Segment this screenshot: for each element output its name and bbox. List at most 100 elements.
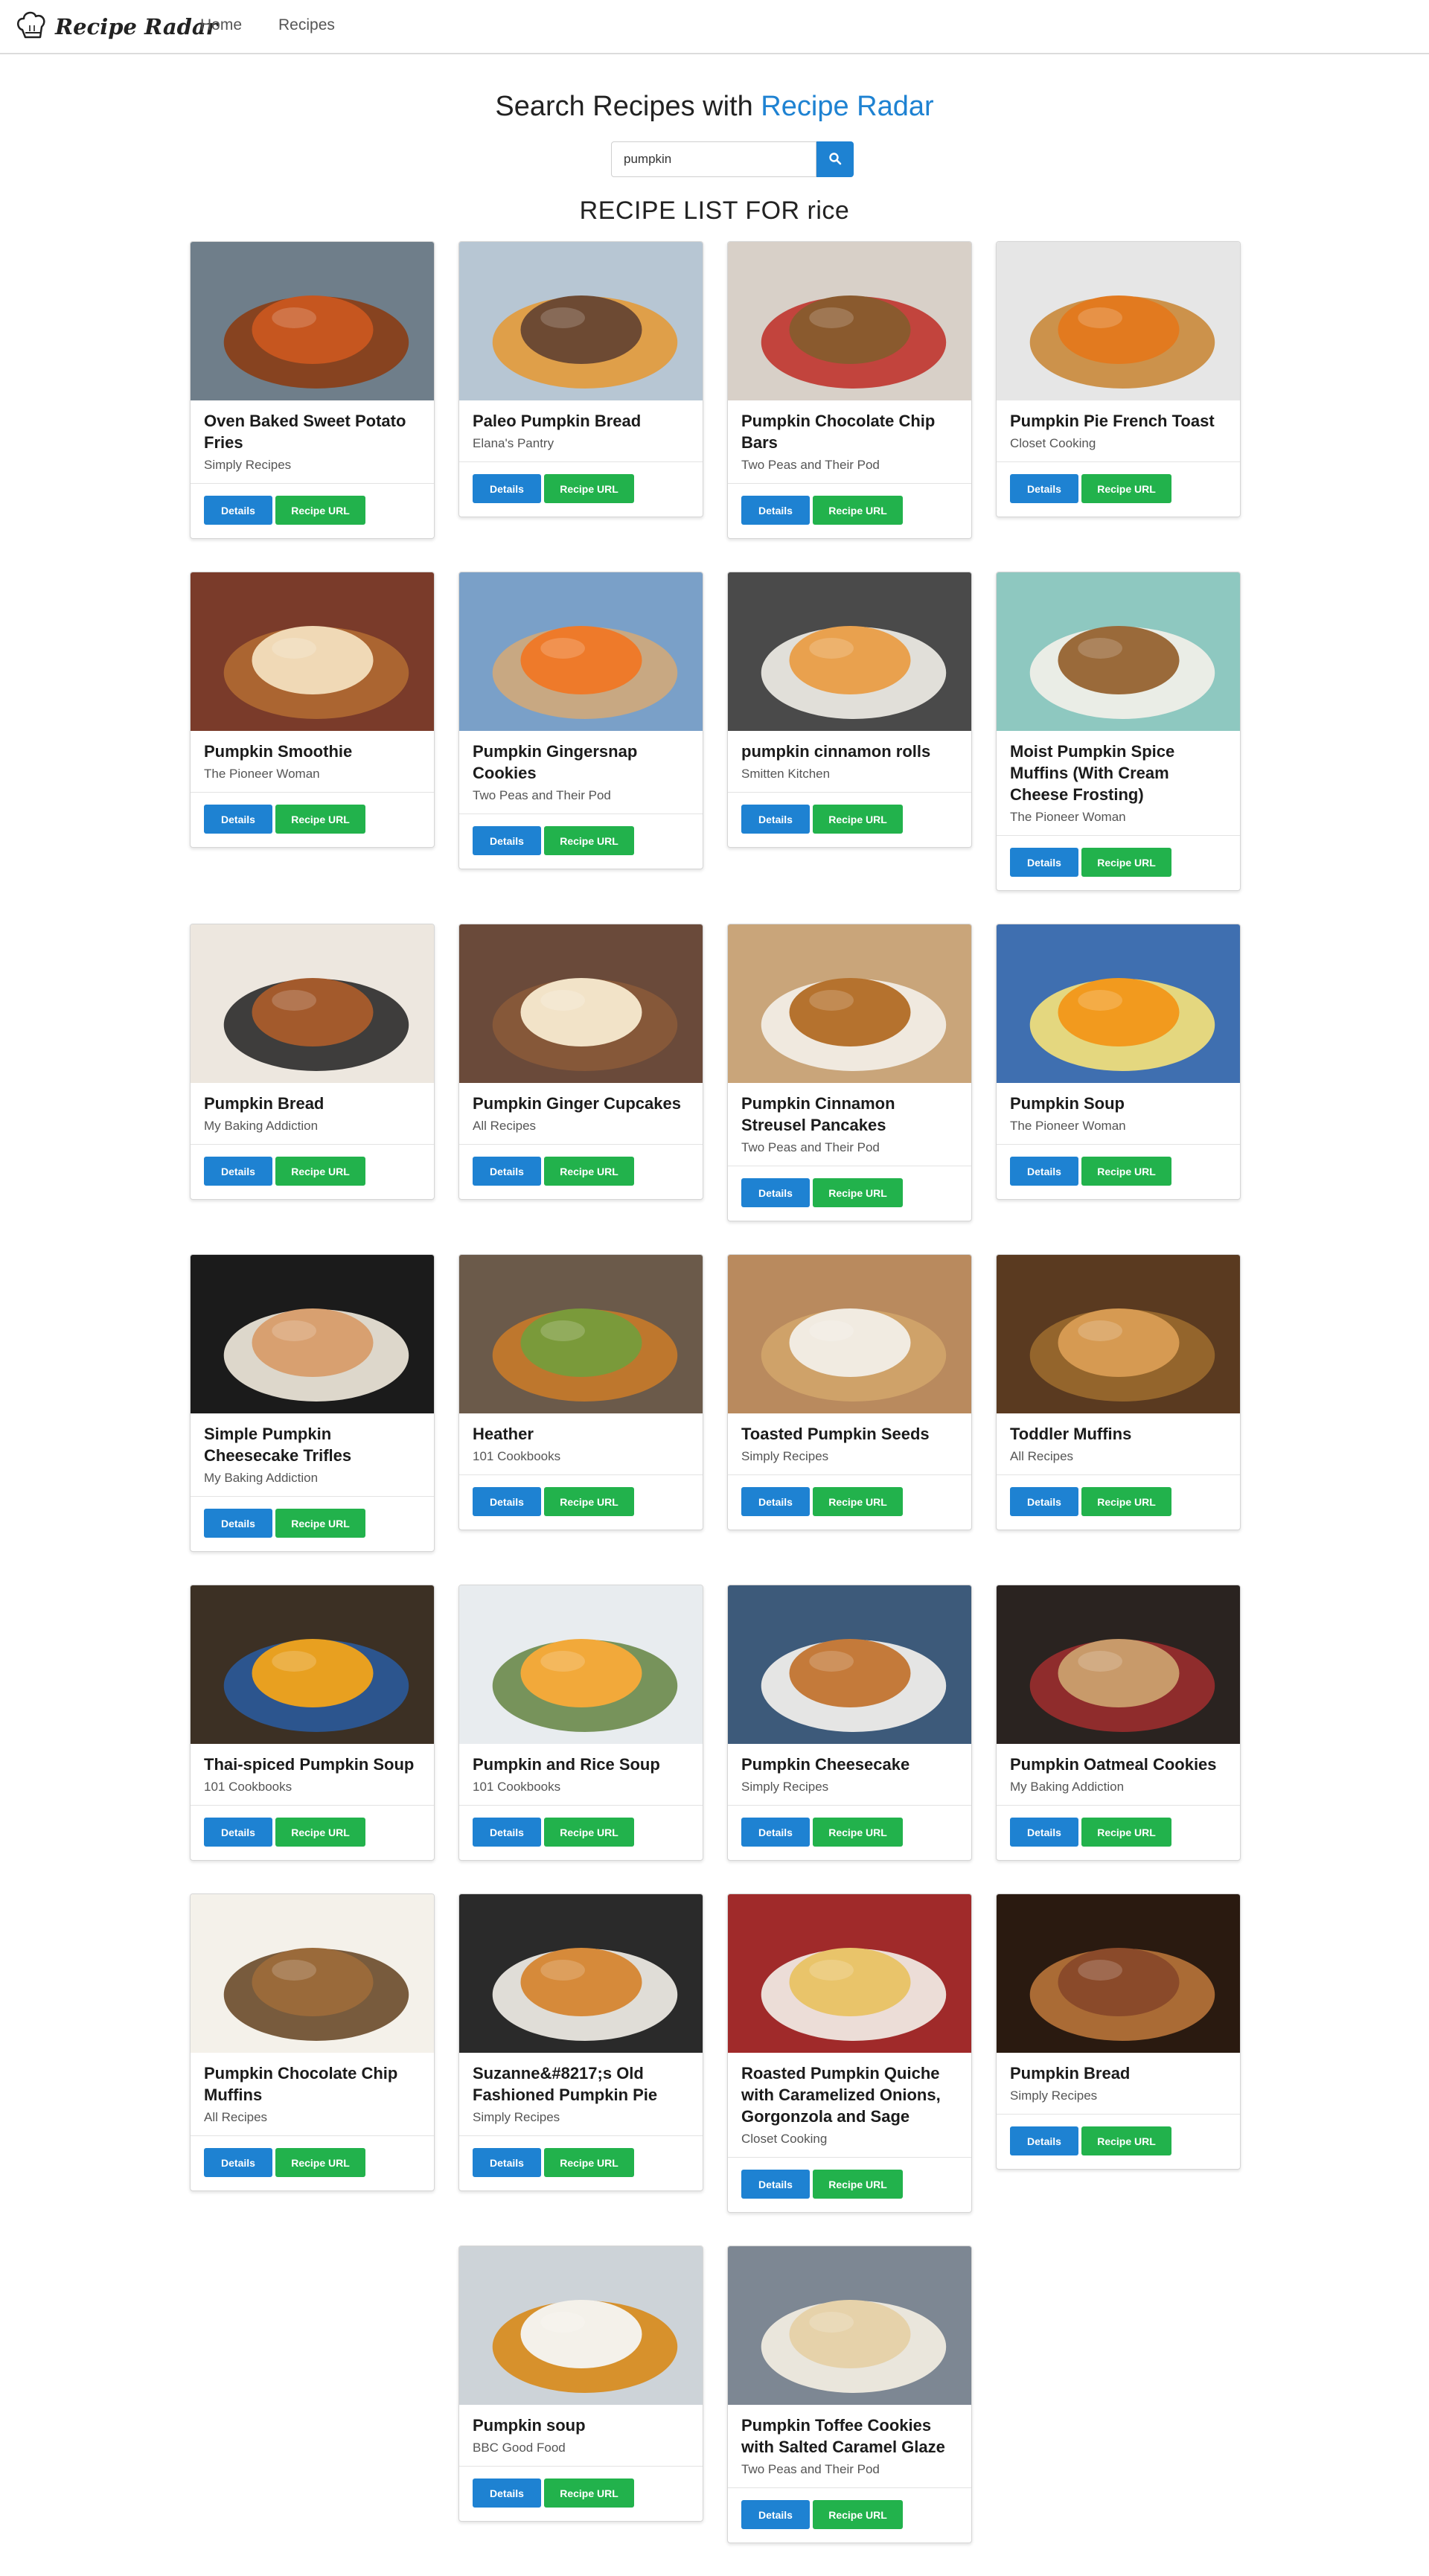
recipe-url-button[interactable]: Recipe URL: [813, 496, 903, 525]
recipe-card: Oven Baked Sweet Potato Fries Simply Rec…: [190, 241, 435, 539]
recipe-list-heading: RECIPE LIST FOR rice: [579, 196, 850, 225]
details-button[interactable]: Details: [1010, 2126, 1078, 2155]
recipe-url-button[interactable]: Recipe URL: [275, 496, 365, 525]
details-button[interactable]: Details: [1010, 848, 1078, 877]
details-button[interactable]: Details: [204, 805, 272, 834]
recipe-title: Pumpkin Bread: [204, 1094, 325, 1113]
recipe-source: 101 Cookbooks: [473, 1449, 561, 1463]
recipe-source: 101 Cookbooks: [204, 1780, 292, 1794]
details-button[interactable]: Details: [473, 1487, 541, 1516]
recipe-url-button[interactable]: Recipe URL: [544, 474, 634, 503]
details-button[interactable]: Details: [473, 826, 541, 855]
details-button[interactable]: Details: [741, 1178, 810, 1207]
toffee-cookies-photo: [728, 2246, 971, 2405]
recipe-card: Pumpkin and Rice Soup 101 Cookbooks Deta…: [458, 1585, 703, 1861]
details-button[interactable]: Details: [741, 2500, 810, 2529]
recipe-title: Pumpkin Ginger Cupcakes: [473, 1094, 681, 1113]
details-button[interactable]: Details: [204, 1157, 272, 1186]
details-button[interactable]: Details: [1010, 474, 1078, 503]
recipe-source: All Recipes: [1010, 1449, 1074, 1463]
card-body: Pumpkin Ginger Cupcakes All Recipes: [459, 1083, 703, 1134]
card-actions: Details Recipe URL: [191, 483, 434, 538]
recipe-url-button[interactable]: Recipe URL: [544, 1487, 634, 1516]
details-button[interactable]: Details: [1010, 1487, 1078, 1516]
recipe-source: My Baking Addiction: [204, 1471, 319, 1485]
recipe-title: Pumpkin Gingersnap Cookies: [473, 742, 638, 782]
card-actions: Details Recipe URL: [728, 1166, 971, 1221]
recipe-title: Roasted Pumpkin Quiche with Caramelized …: [741, 2064, 941, 2126]
recipe-url-button[interactable]: Recipe URL: [813, 2500, 903, 2529]
recipe-url-button[interactable]: Recipe URL: [1081, 474, 1171, 503]
card-actions: Details Recipe URL: [997, 835, 1240, 890]
details-button[interactable]: Details: [741, 496, 810, 525]
recipe-url-button[interactable]: Recipe URL: [275, 2148, 365, 2177]
recipe-card: Pumpkin Bread Simply Recipes Details Rec…: [996, 1893, 1241, 2170]
recipe-url-button[interactable]: Recipe URL: [813, 805, 903, 834]
nav-home-link[interactable]: Home: [200, 16, 242, 34]
recipe-url-button[interactable]: Recipe URL: [1081, 1818, 1171, 1847]
search-button[interactable]: [816, 141, 854, 177]
recipe-card: Roasted Pumpkin Quiche with Caramelized …: [727, 1893, 972, 2213]
recipe-card: Pumpkin Smoothie The Pioneer Woman Detai…: [190, 572, 435, 848]
details-button[interactable]: Details: [1010, 1157, 1078, 1186]
recipe-url-button[interactable]: Recipe URL: [544, 1157, 634, 1186]
sweet-potato-fries-photo: [191, 242, 434, 400]
recipe-url-button[interactable]: Recipe URL: [544, 826, 634, 855]
recipe-url-button[interactable]: Recipe URL: [813, 1178, 903, 1207]
recipe-url-button[interactable]: Recipe URL: [1081, 1157, 1171, 1186]
recipe-title: Pumpkin and Rice Soup: [473, 1755, 660, 1774]
recipe-card: Pumpkin Ginger Cupcakes All Recipes Deta…: [458, 924, 703, 1200]
recipe-url-button[interactable]: Recipe URL: [275, 1509, 365, 1538]
recipe-url-button[interactable]: Recipe URL: [813, 1487, 903, 1516]
details-button[interactable]: Details: [1010, 1818, 1078, 1847]
search-input[interactable]: [611, 141, 816, 177]
recipe-source: The Pioneer Woman: [1010, 810, 1126, 824]
recipe-url-button[interactable]: Recipe URL: [1081, 2126, 1171, 2155]
details-button[interactable]: Details: [473, 2478, 541, 2508]
recipe-title: Toasted Pumpkin Seeds: [741, 1425, 930, 1443]
card-actions: Details Recipe URL: [191, 1496, 434, 1551]
recipe-url-button[interactable]: Recipe URL: [1081, 848, 1171, 877]
details-button[interactable]: Details: [204, 1509, 272, 1538]
details-button[interactable]: Details: [473, 474, 541, 503]
recipe-url-button[interactable]: Recipe URL: [544, 2478, 634, 2508]
details-button[interactable]: Details: [204, 496, 272, 525]
nav-recipes-link[interactable]: Recipes: [278, 16, 335, 34]
recipe-url-button[interactable]: Recipe URL: [275, 1818, 365, 1847]
details-button[interactable]: Details: [741, 1818, 810, 1847]
recipe-source: Simply Recipes: [473, 2110, 560, 2124]
details-button[interactable]: Details: [741, 2170, 810, 2199]
details-button[interactable]: Details: [204, 2148, 272, 2177]
recipe-source: The Pioneer Woman: [1010, 1119, 1126, 1133]
recipe-source: My Baking Addiction: [204, 1119, 319, 1133]
details-button[interactable]: Details: [473, 2148, 541, 2177]
recipe-title: Pumpkin Soup: [1010, 1094, 1125, 1113]
details-button[interactable]: Details: [741, 805, 810, 834]
recipe-url-button[interactable]: Recipe URL: [813, 2170, 903, 2199]
recipe-url-button[interactable]: Recipe URL: [813, 1818, 903, 1847]
recipe-source: BBC Good Food: [473, 2441, 566, 2455]
recipe-source: My Baking Addiction: [1010, 1780, 1125, 1794]
details-button[interactable]: Details: [473, 1818, 541, 1847]
recipe-title: pumpkin cinnamon rolls: [741, 742, 931, 761]
recipe-card: pumpkin cinnamon rolls Smitten Kitchen D…: [727, 572, 972, 848]
details-button[interactable]: Details: [741, 1487, 810, 1516]
recipe-card: Pumpkin Chocolate Chip Bars Two Peas and…: [727, 241, 972, 539]
details-button[interactable]: Details: [204, 1818, 272, 1847]
thai-soup-photo: [191, 1585, 434, 1744]
card-body: Pumpkin Smoothie The Pioneer Woman: [191, 731, 434, 782]
card-actions: Details Recipe URL: [459, 814, 703, 869]
recipe-card: Pumpkin Gingersnap Cookies Two Peas and …: [458, 572, 703, 869]
details-button[interactable]: Details: [473, 1157, 541, 1186]
brand-logo[interactable]: Recipe Radar: [13, 7, 217, 46]
recipe-url-button[interactable]: Recipe URL: [275, 805, 365, 834]
recipe-url-button[interactable]: Recipe URL: [275, 1157, 365, 1186]
recipe-url-button[interactable]: Recipe URL: [1081, 1487, 1171, 1516]
card-actions: Details Recipe URL: [459, 1805, 703, 1860]
recipe-url-button[interactable]: Recipe URL: [544, 1818, 634, 1847]
card-actions: Details Recipe URL: [459, 461, 703, 517]
card-body: Pumpkin soup BBC Good Food: [459, 2405, 703, 2455]
recipe-source: All Recipes: [473, 1119, 537, 1133]
gingersnap-cookies-photo: [459, 572, 703, 731]
recipe-url-button[interactable]: Recipe URL: [544, 2148, 634, 2177]
